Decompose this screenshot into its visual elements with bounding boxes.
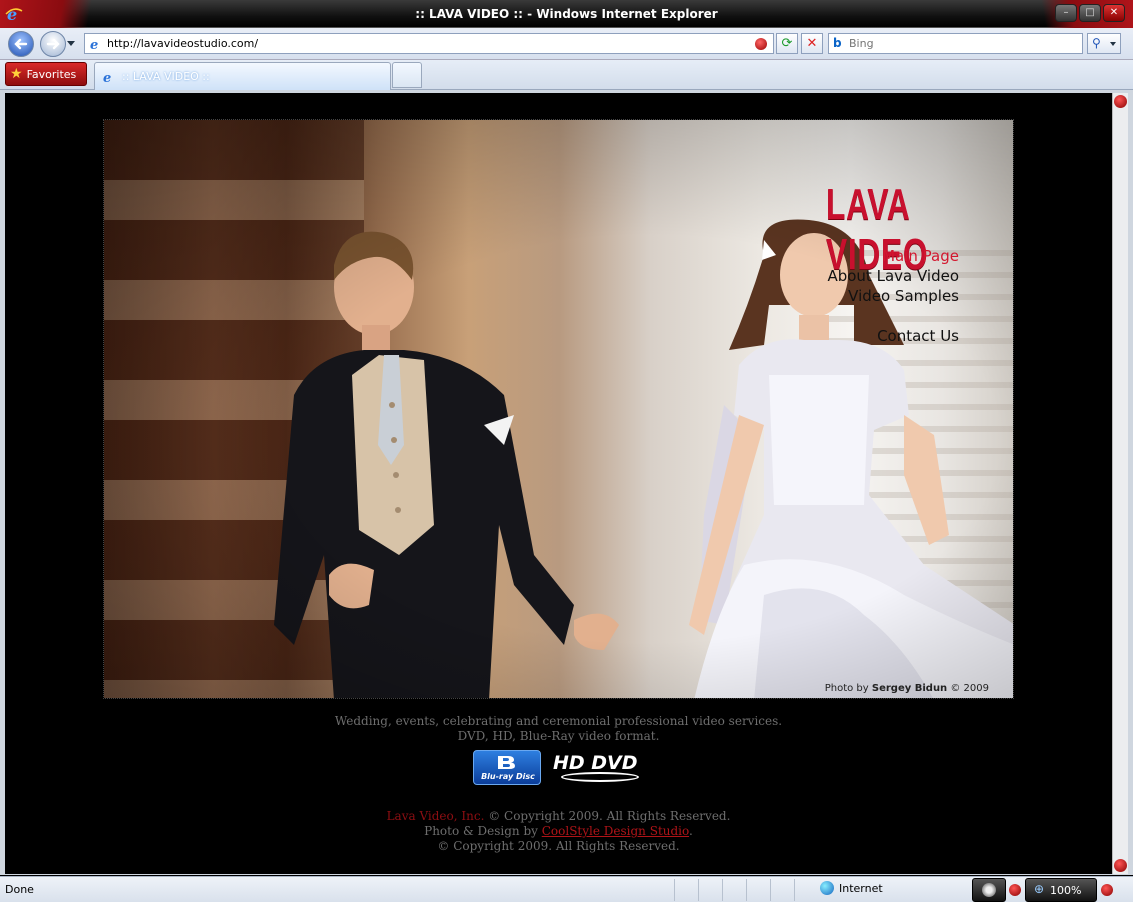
photo-credit: Photo by Sergey Bidun © 2009 [825,683,989,694]
address-url[interactable]: http://lavavideostudio.com/ [107,37,258,50]
copyright-rest: © Copyright 2009. All Rights Reserved. [484,809,731,823]
nav-contact-us[interactable]: Contact Us [827,326,959,346]
back-arrow-icon [14,38,28,50]
scroll-up-button[interactable] [1114,95,1127,108]
minimize-icon[interactable]: – [1055,4,1077,22]
bluray-text: Blu-ray Disc [481,772,535,781]
hero-banner: LAVA VIDEO Main Page About Lava Video Vi… [103,119,1014,699]
design-credit: Photo & Design by CoolStyle Design Studi… [5,824,1112,839]
status-red-dot [1101,884,1113,896]
scroll-down-button[interactable] [1114,859,1127,872]
design-studio-link[interactable]: CoolStyle Design Studio [542,824,689,838]
hddvd-ring-icon [561,772,639,782]
window-title: :: LAVA VIDEO :: - Windows Internet Expl… [415,7,718,21]
address-toolbar: e http://lavavideostudio.com/ ⟳ ✕ b ⚲ [0,28,1133,60]
copyright-block: Lava Video, Inc. © Copyright 2009. All R… [5,809,1112,854]
status-pane [674,879,698,901]
page-status-icon [755,38,767,50]
bluray-logo: Blu-ray Disc [473,750,541,785]
status-bar: Done Internet ⊕ 100% [0,876,1133,902]
search-box[interactable]: b [828,33,1083,54]
maximize-icon[interactable]: □ [1079,4,1101,22]
copyright-line-3: © Copyright 2009. All Rights Reserved. [437,839,680,853]
page-content: LAVA VIDEO Main Page About Lava Video Vi… [5,93,1112,874]
zoom-level: 100% [1050,884,1082,897]
credit-prefix: Photo by [824,683,872,694]
forward-button[interactable] [40,31,66,57]
close-icon[interactable]: ✕ [1103,4,1125,22]
search-options-dropdown[interactable] [1110,42,1116,46]
status-pane [746,879,770,901]
back-button[interactable] [8,31,34,57]
bluray-disc-icon [498,756,515,769]
ie-page-icon: e [90,38,98,51]
hddvd-logo: HD DVD [553,752,649,784]
stop-button[interactable]: ✕ [801,33,823,54]
format-badges: Blu-ray Disc HD DVD [473,750,649,786]
status-pane [722,879,746,901]
credit-name: Sergey Bidun [871,683,948,694]
forward-arrow-icon [46,38,60,50]
bing-icon: b [833,36,842,50]
services-line-2: DVD, HD, Blue-Ray video format. [457,729,660,743]
status-panes [674,879,818,901]
ie-page-icon: e [103,71,111,84]
design-prefix: Photo & Design by [424,824,542,838]
zoom-button[interactable]: ⊕ 100% [1025,878,1097,902]
search-button[interactable]: ⚲ [1087,33,1121,54]
favorites-label: Favorites [26,67,77,81]
copyright-line-1: Lava Video, Inc. © Copyright 2009. All R… [5,809,1112,824]
tab-label: :: LAVA VIDEO :: [122,70,210,83]
vertical-scrollbar[interactable] [1112,93,1128,874]
nav-video-samples[interactable]: Video Samples [827,286,959,306]
status-pane [794,879,818,901]
nav-about[interactable]: About Lava Video [827,266,959,286]
zone-label: Internet [839,881,883,895]
services-text: Wedding, events, celebrating and ceremon… [5,714,1112,744]
main-nav: Main Page About Lava Video Video Samples… [827,246,959,346]
status-red-dot [1009,884,1021,896]
window-controls: – □ ✕ [1055,4,1125,22]
status-text: Done [5,883,34,896]
status-pane [770,879,794,901]
nav-main-page[interactable]: Main Page [827,246,959,266]
tab-lava-video[interactable]: e :: LAVA VIDEO :: [94,62,391,90]
search-input[interactable] [849,36,1069,51]
credit-suffix: © 2009 [947,683,989,694]
services-line-1: Wedding, events, celebrating and ceremon… [334,714,783,728]
gear-icon [982,883,996,897]
status-pane [698,879,722,901]
svg-text:e: e [90,38,98,51]
star-icon: ★ [10,66,23,82]
design-suffix: . [689,824,693,838]
security-zone[interactable]: Internet [820,881,883,895]
favorites-button[interactable]: ★ Favorites [5,62,87,86]
svg-text:e: e [103,71,111,84]
copyright-brand: Lava Video, Inc. [386,809,485,823]
window-titlebar: e :: LAVA VIDEO :: - Windows Internet Ex… [0,0,1133,28]
protected-mode-button[interactable] [972,878,1006,902]
search-icon: ⚲ [1092,36,1101,50]
refresh-button[interactable]: ⟳ [776,33,798,54]
address-field[interactable]: e http://lavavideostudio.com/ [84,33,774,54]
new-tab-button[interactable] [392,62,422,88]
zoom-icon: ⊕ [1034,882,1045,896]
recent-pages-dropdown[interactable] [67,41,75,46]
hddvd-text: HD DVD [553,752,638,774]
tab-toolbar: ★ Favorites e :: LAVA VIDEO :: [0,60,1133,90]
globe-icon [820,881,834,895]
